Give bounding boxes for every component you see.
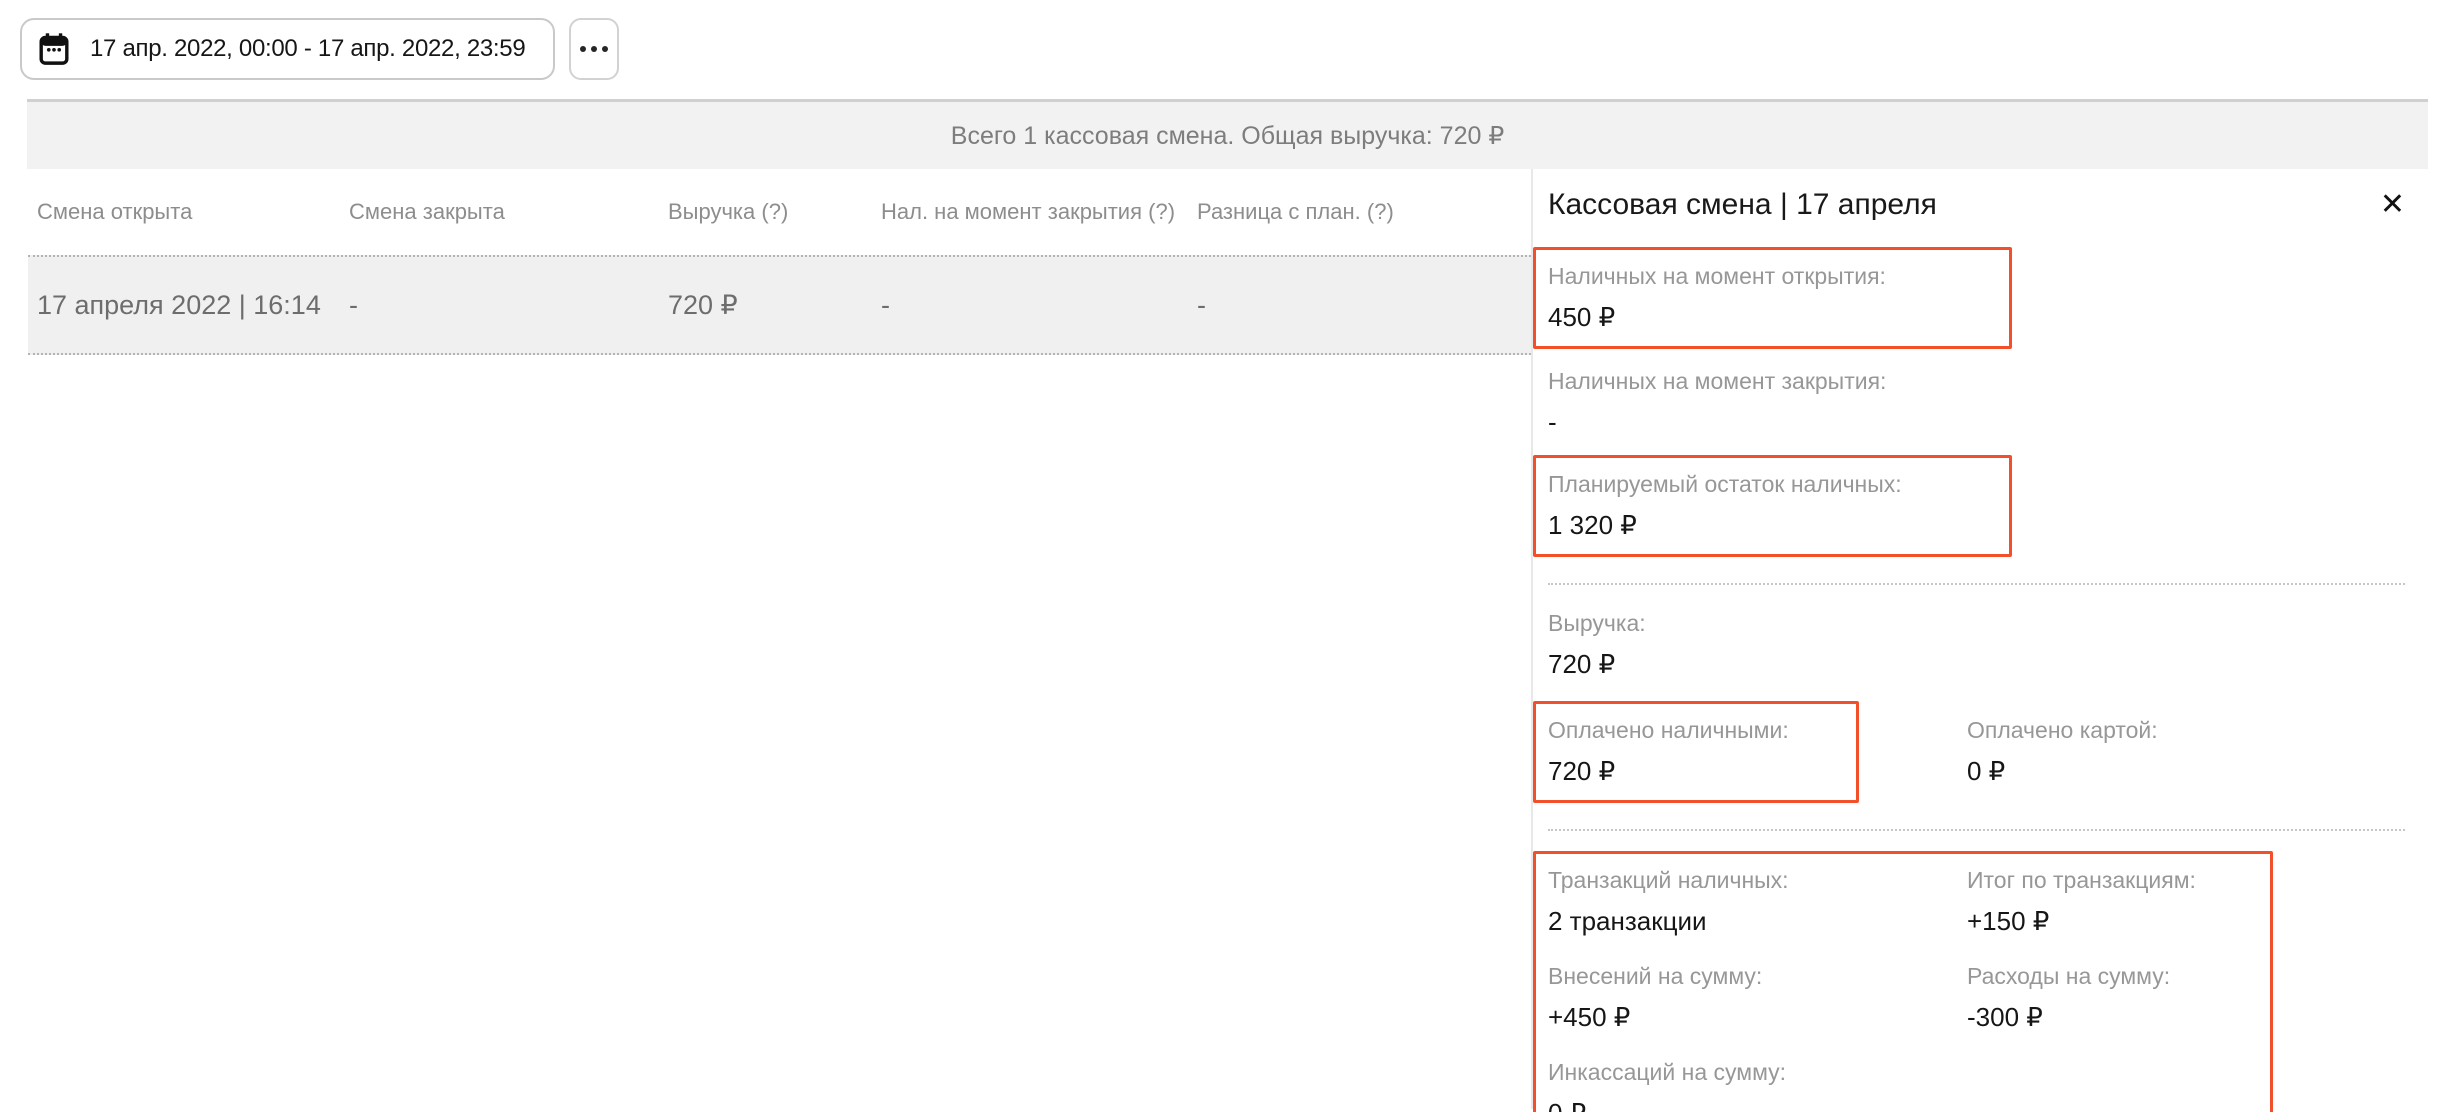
field-label: Итог по транзакциям:	[1967, 864, 2254, 896]
payments-row: Оплачено наличными: 720 ₽ Оплачено карто…	[1548, 701, 2405, 803]
field-value: 0 ₽	[1548, 1096, 1967, 1112]
transactions-summary-box: Транзакций наличных: 2 транзакции Итог п…	[1533, 851, 2273, 1112]
field-value: 720 ₽	[1548, 754, 1840, 788]
field-cash-close: Наличных на момент закрытия: -	[1548, 365, 2405, 439]
shift-details-panel: Кассовая смена | 17 апреля ✕ Наличных на…	[1533, 169, 2454, 1109]
summary-text: Всего 1 кассовая смена. Общая выручка: 7…	[951, 121, 1504, 151]
cell-closed: -	[349, 290, 668, 321]
field-value: +150 ₽	[1967, 904, 2254, 938]
field-label: Внесений на сумму:	[1548, 960, 1967, 992]
field-deposits: Внесений на сумму: +450 ₽	[1548, 960, 1967, 1034]
date-range-picker[interactable]: 17 апр. 2022, 00:00 - 17 апр. 2022, 23:5…	[20, 18, 555, 80]
calendar-icon	[38, 32, 70, 66]
panel-title: Кассовая смена | 17 апреля	[1548, 188, 1937, 222]
summary-banner: Всего 1 кассовая смена. Общая выручка: 7…	[27, 99, 2428, 169]
field-planned-cash: Планируемый остаток наличных: 1 320 ₽	[1533, 455, 2012, 557]
more-options-icon	[580, 46, 608, 52]
field-label: Планируемый остаток наличных:	[1548, 468, 1993, 500]
date-range-value: 17 апр. 2022, 00:00 - 17 апр. 2022, 23:5…	[90, 35, 525, 63]
table-header: Смена открыта Смена закрыта Выручка (?) …	[0, 169, 1531, 255]
panel-header: Кассовая смена | 17 апреля ✕	[1548, 169, 2405, 241]
field-cash-open: Наличных на момент открытия: 450 ₽	[1533, 247, 2012, 349]
field-value: -300 ₽	[1967, 1000, 2254, 1034]
close-button[interactable]: ✕	[2380, 190, 2405, 220]
field-label: Оплачено наличными:	[1548, 714, 1840, 746]
field-paid-card: Оплачено картой: 0 ₽	[1967, 701, 2405, 788]
field-revenue: Выручка: 720 ₽	[1548, 607, 2405, 681]
section-divider	[1548, 583, 2405, 585]
field-collections: Инкассаций на сумму: 0 ₽	[1548, 1056, 1967, 1112]
field-transactions-total: Итог по транзакциям: +150 ₽	[1967, 864, 2254, 938]
column-header-opened: Смена открыта	[37, 199, 349, 225]
cell-revenue: 720 ₽	[668, 290, 881, 321]
table-row[interactable]: 17 апреля 2022 | 16:14 - 720 ₽ - -	[28, 255, 1531, 355]
close-icon: ✕	[2380, 188, 2405, 221]
field-value: 2 транзакции	[1548, 904, 1967, 938]
field-label: Наличных на момент закрытия:	[1548, 365, 2405, 397]
field-label: Инкассаций на сумму:	[1548, 1056, 1967, 1088]
field-label: Оплачено картой:	[1967, 714, 2405, 746]
cell-cash-at-close: -	[881, 290, 1197, 321]
column-header-closed: Смена закрыта	[349, 199, 668, 225]
column-header-plan-diff: Разница с план. (?)	[1197, 199, 1531, 225]
column-header-cash-at-close: Нал. на момент закрытия (?)	[881, 199, 1197, 225]
cell-plan-diff: -	[1197, 290, 1531, 321]
field-label: Выручка:	[1548, 607, 2405, 639]
cell-opened: 17 апреля 2022 | 16:14	[37, 290, 349, 321]
field-value: 0 ₽	[1967, 754, 2405, 788]
field-cash-transactions: Транзакций наличных: 2 транзакции	[1548, 864, 1967, 938]
field-value: -	[1548, 405, 2405, 439]
field-value: 720 ₽	[1548, 647, 2405, 681]
column-header-revenue: Выручка (?)	[668, 199, 881, 225]
field-label: Расходы на сумму:	[1967, 960, 2254, 992]
field-paid-cash: Оплачено наличными: 720 ₽	[1533, 701, 1859, 803]
field-value: 450 ₽	[1548, 300, 1993, 334]
main-content: Смена открыта Смена закрыта Выручка (?) …	[0, 169, 2454, 1109]
toolbar: 17 апр. 2022, 00:00 - 17 апр. 2022, 23:5…	[0, 0, 2454, 80]
shifts-table: Смена открыта Смена закрыта Выручка (?) …	[0, 169, 1533, 1109]
field-label: Наличных на момент открытия:	[1548, 260, 1993, 292]
field-value: 1 320 ₽	[1548, 508, 1993, 542]
field-expenses: Расходы на сумму: -300 ₽	[1967, 960, 2254, 1034]
more-options-button[interactable]	[569, 18, 619, 80]
section-divider	[1548, 829, 2405, 831]
field-value: +450 ₽	[1548, 1000, 1967, 1034]
field-label: Транзакций наличных:	[1548, 864, 1967, 896]
cash-shifts-screen: 17 апр. 2022, 00:00 - 17 апр. 2022, 23:5…	[0, 0, 2454, 1112]
